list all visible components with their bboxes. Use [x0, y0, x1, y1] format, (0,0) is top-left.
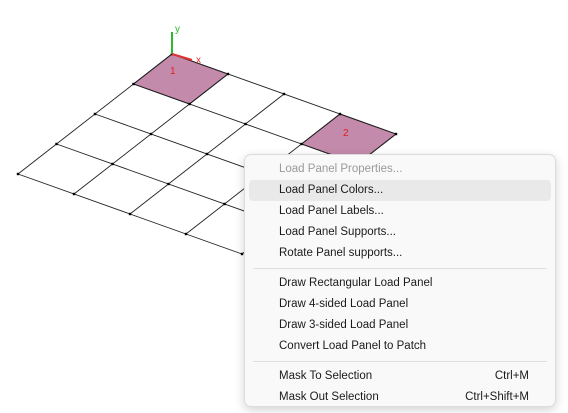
x-axis-label: x: [196, 55, 201, 66]
menu-item-label: Rotate Panel supports...: [279, 247, 403, 259]
menu-item-draw-4-sided-load-panel[interactable]: Draw 4-sided Load Panel: [249, 294, 551, 315]
menu-separator: [253, 361, 547, 362]
menu-item-label: Load Panel Colors...: [279, 184, 384, 196]
menu-item-convert-load-panel-to-patch[interactable]: Convert Load Panel to Patch: [249, 336, 551, 357]
menu-item-label: Draw 3-sided Load Panel: [279, 319, 409, 331]
menu-item-label: Mask Out Selection: [279, 391, 379, 403]
grid-node[interactable]: [282, 92, 286, 96]
grid-node[interactable]: [338, 112, 342, 116]
grid-node[interactable]: [167, 182, 170, 186]
grid-node[interactable]: [300, 142, 303, 146]
grid-node[interactable]: [55, 142, 58, 146]
menu-item-draw-rectangular-load-panel[interactable]: Draw Rectangular Load Panel: [249, 273, 551, 294]
menu-item-mask-out-selection[interactable]: Mask Out Selection Ctrl+Shift+M: [249, 387, 551, 408]
menu-item-label: Draw Rectangular Load Panel: [279, 277, 433, 289]
grid-node[interactable]: [149, 132, 153, 136]
grid-node[interactable]: [128, 212, 132, 216]
y-axis-label: y: [175, 24, 180, 35]
menu-item-label: Draw 4-sided Load Panel: [279, 298, 409, 310]
menu-item-draw-3-sided-load-panel[interactable]: Draw 3-sided Load Panel: [249, 315, 551, 336]
menu-separator: [253, 268, 547, 269]
grid-node[interactable]: [394, 132, 398, 136]
menu-item-load-panel-supports[interactable]: Load Panel Supports...: [249, 222, 551, 243]
menu-item-label: Load Panel Properties...: [279, 163, 403, 175]
menu-item-label: Load Panel Supports...: [279, 226, 396, 238]
menu-item-shortcut: Ctrl+M: [494, 370, 529, 382]
menu-item-label: Convert Load Panel to Patch: [279, 340, 427, 352]
grid-node[interactable]: [244, 122, 247, 126]
menu-item-rotate-panel-supports[interactable]: Rotate Panel supports...: [249, 243, 551, 264]
grid-node[interactable]: [16, 172, 20, 176]
menu-item-load-panel-colors[interactable]: Load Panel Colors...: [249, 180, 551, 201]
grid-node[interactable]: [111, 162, 114, 166]
menu-item-load-panel-labels[interactable]: Load Panel Labels...: [249, 201, 551, 222]
load-panel-1[interactable]: [132, 53, 230, 105]
context-menu: Load Panel Properties... Load Panel Color…: [244, 154, 556, 407]
grid-node[interactable]: [205, 152, 209, 156]
panel-label: 1: [170, 66, 176, 77]
grid-node[interactable]: [132, 82, 135, 86]
grid-node[interactable]: [226, 72, 230, 76]
menu-item-load-panel-properties[interactable]: Load Panel Properties...: [249, 159, 551, 180]
grid-node[interactable]: [72, 192, 76, 196]
menu-item-label: Load Panel Labels...: [279, 205, 384, 217]
grid-node[interactable]: [223, 202, 226, 206]
menu-item-label: Mask To Selection: [279, 370, 373, 382]
grid-node[interactable]: [184, 232, 188, 236]
panel-label: 2: [343, 128, 349, 139]
grid-node[interactable]: [240, 252, 244, 256]
menu-item-shortcut: Ctrl+Shift+M: [465, 391, 529, 403]
grid-node[interactable]: [188, 102, 191, 106]
grid-node[interactable]: [93, 112, 97, 116]
menu-item-mask-to-selection[interactable]: Mask To Selection Ctrl+M: [249, 366, 551, 387]
